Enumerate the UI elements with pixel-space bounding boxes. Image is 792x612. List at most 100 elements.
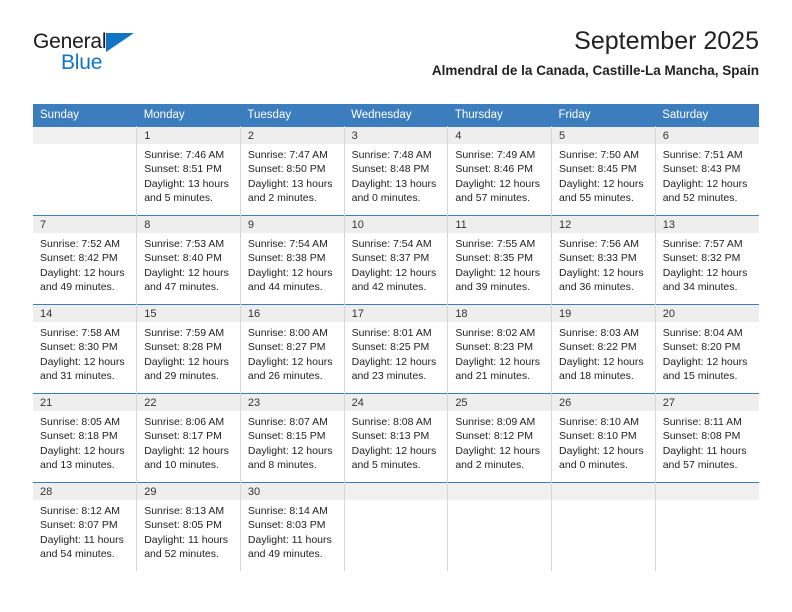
calendar-day-cell[interactable]: 1 Sunrise: 7:46 AM Sunset: 8:51 PM Daylight… <box>136 126 241 216</box>
day-details: Sunrise: 8:03 AM Sunset: 8:22 PM Daylight:… <box>552 322 655 384</box>
calendar-day-cell[interactable]: 26 Sunrise: 8:10 AM Sunset: 8:10 PM Dayligh… <box>551 393 656 483</box>
calendar-day-cell[interactable]: 13 Sunrise: 7:57 AM Sunset: 8:32 PM Dayligh… <box>655 215 759 305</box>
sunrise-text: Sunrise: 7:54 AM <box>351 238 432 250</box>
daylight-text-line2: and 13 minutes. <box>40 459 115 472</box>
day-details: Sunrise: 8:08 AM Sunset: 8:13 PM Daylight:… <box>345 411 448 473</box>
calendar-day-cell[interactable]: 9 Sunrise: 7:54 AM Sunset: 8:38 PM Daylight… <box>240 215 345 305</box>
calendar-day-cell[interactable]: 18 Sunrise: 8:02 AM Sunset: 8:23 PM Dayligh… <box>447 304 553 394</box>
daylight-text-line2: and 55 minutes. <box>559 192 634 205</box>
day-number <box>552 483 655 500</box>
daylight-text-line2: and 8 minutes. <box>247 459 317 472</box>
calendar-day-cell[interactable]: 20 Sunrise: 8:04 AM Sunset: 8:20 PM Dayligh… <box>655 304 759 394</box>
day-details: Sunrise: 8:06 AM Sunset: 8:17 PM Daylight:… <box>137 411 240 473</box>
calendar-day-cell[interactable]: 10 Sunrise: 7:54 AM Sunset: 8:37 PM Dayligh… <box>344 215 449 305</box>
calendar-day-cell[interactable]: 3 Sunrise: 7:48 AM Sunset: 8:48 PM Daylight… <box>344 126 449 216</box>
daylight-text-line1: Daylight: 12 hours <box>559 444 644 457</box>
calendar-day-cell[interactable]: 28 Sunrise: 8:12 AM Sunset: 8:07 PM Dayligh… <box>33 482 138 571</box>
daylight-text-line2: and 42 minutes. <box>351 281 427 294</box>
calendar-day-cell[interactable]: 16 Sunrise: 8:00 AM Sunset: 8:27 PM Dayligh… <box>240 304 345 394</box>
calendar-day-cell[interactable]: 24 Sunrise: 8:08 AM Sunset: 8:13 PM Dayligh… <box>344 393 449 483</box>
day-number: 12 <box>552 216 655 233</box>
calendar-day-cell[interactable]: 12 Sunrise: 7:56 AM Sunset: 8:33 PM Dayligh… <box>551 215 656 305</box>
day-number: 2 <box>240 127 344 144</box>
calendar-week-row: 21 Sunrise: 8:05 AM Sunset: 8:18 PM Dayligh… <box>33 393 759 483</box>
calendar-day-cell[interactable]: 22 Sunrise: 8:06 AM Sunset: 8:17 PM Dayligh… <box>136 393 241 483</box>
daylight-text-line1: Daylight: 12 hours <box>40 266 125 279</box>
day-number: 21 <box>33 394 137 411</box>
day-details: Sunrise: 8:10 AM Sunset: 8:10 PM Daylight:… <box>552 411 655 473</box>
daylight-text-line1: Daylight: 12 hours <box>351 355 437 368</box>
daylight-text-line1: Daylight: 12 hours <box>662 355 748 368</box>
page-subtitle: Almendral de la Canada, Castille-La Manc… <box>431 63 759 78</box>
sunset-text: Sunset: 8:08 PM <box>662 430 741 443</box>
sunrise-text: Sunrise: 7:50 AM <box>559 149 639 161</box>
day-number: 15 <box>137 305 240 322</box>
daylight-text-line1: Daylight: 11 hours <box>247 533 332 546</box>
day-number <box>344 483 448 500</box>
sunrise-text: Sunrise: 7:48 AM <box>351 149 432 161</box>
sunrise-text: Sunrise: 7:55 AM <box>455 238 536 250</box>
calendar-day-cell-empty <box>551 482 656 571</box>
calendar-day-cell[interactable]: 14 Sunrise: 7:58 AM Sunset: 8:30 PM Dayligh… <box>33 304 138 394</box>
brand-logo[interactable]: General Blue <box>33 30 253 82</box>
sunset-text: Sunset: 8:32 PM <box>662 252 741 265</box>
daylight-text-line1: Daylight: 12 hours <box>144 266 229 279</box>
sunset-text: Sunset: 8:15 PM <box>247 430 326 443</box>
day-details: Sunrise: 8:02 AM Sunset: 8:23 PM Daylight:… <box>448 322 551 384</box>
sunset-text: Sunset: 8:28 PM <box>144 341 222 354</box>
sunrise-text: Sunrise: 7:54 AM <box>247 238 328 250</box>
daylight-text-line2: and 26 minutes. <box>247 370 323 383</box>
daylight-text-line1: Daylight: 13 hours <box>144 177 229 190</box>
daylight-text-line2: and 5 minutes. <box>144 192 214 205</box>
sunset-text: Sunset: 8:17 PM <box>144 430 222 443</box>
calendar-day-cell[interactable]: 21 Sunrise: 8:05 AM Sunset: 8:18 PM Dayligh… <box>33 393 138 483</box>
sunset-text: Sunset: 8:10 PM <box>559 430 637 443</box>
calendar-day-cell[interactable]: 25 Sunrise: 8:09 AM Sunset: 8:12 PM Dayligh… <box>447 393 553 483</box>
sunrise-text: Sunrise: 8:02 AM <box>455 327 536 339</box>
sunset-text: Sunset: 8:37 PM <box>351 252 430 265</box>
daylight-text-line1: Daylight: 12 hours <box>144 355 229 368</box>
calendar-day-cell[interactable]: 30 Sunrise: 8:14 AM Sunset: 8:03 PM Dayligh… <box>240 482 345 571</box>
sunset-text: Sunset: 8:40 PM <box>144 252 222 265</box>
sunrise-text: Sunrise: 7:47 AM <box>247 149 328 161</box>
day-details: Sunrise: 7:48 AM Sunset: 8:48 PM Daylight:… <box>345 144 448 206</box>
calendar-day-cell[interactable]: 4 Sunrise: 7:49 AM Sunset: 8:46 PM Daylight… <box>447 126 553 216</box>
calendar-day-cell[interactable]: 29 Sunrise: 8:13 AM Sunset: 8:05 PM Dayligh… <box>136 482 241 571</box>
calendar-day-cell[interactable]: 2 Sunrise: 7:47 AM Sunset: 8:50 PM Daylight… <box>240 126 345 216</box>
triangle-icon <box>106 33 134 52</box>
day-details: Sunrise: 8:12 AM Sunset: 8:07 PM Daylight:… <box>33 500 136 562</box>
calendar-day-cell[interactable]: 6 Sunrise: 7:51 AM Sunset: 8:43 PM Daylight… <box>655 126 759 216</box>
daylight-text-line1: Daylight: 12 hours <box>144 444 229 457</box>
weekday-header-thursday: Thursday <box>447 104 552 127</box>
calendar-day-cell[interactable]: 11 Sunrise: 7:55 AM Sunset: 8:35 PM Dayligh… <box>447 215 553 305</box>
sunrise-text: Sunrise: 8:13 AM <box>144 505 225 517</box>
calendar-day-cell[interactable]: 5 Sunrise: 7:50 AM Sunset: 8:45 PM Daylight… <box>551 126 656 216</box>
daylight-text-line2: and 39 minutes. <box>455 281 531 294</box>
calendar-day-cell[interactable]: 15 Sunrise: 7:59 AM Sunset: 8:28 PM Dayligh… <box>136 304 241 394</box>
daylight-text-line1: Daylight: 12 hours <box>455 177 540 190</box>
daylight-text-line2: and 0 minutes. <box>351 192 421 205</box>
day-details: Sunrise: 7:54 AM Sunset: 8:38 PM Daylight:… <box>241 233 344 295</box>
calendar-day-cell[interactable]: 8 Sunrise: 7:53 AM Sunset: 8:40 PM Daylight… <box>136 215 241 305</box>
sunset-text: Sunset: 8:51 PM <box>144 163 222 176</box>
day-number: 25 <box>448 394 552 411</box>
calendar-day-cell[interactable]: 17 Sunrise: 8:01 AM Sunset: 8:25 PM Dayligh… <box>344 304 449 394</box>
day-number: 18 <box>448 305 552 322</box>
day-number: 22 <box>137 394 240 411</box>
sunset-text: Sunset: 8:03 PM <box>247 519 326 532</box>
calendar-day-cell[interactable]: 27 Sunrise: 8:11 AM Sunset: 8:08 PM Dayligh… <box>655 393 759 483</box>
daylight-text-line1: Daylight: 12 hours <box>351 266 437 279</box>
calendar-day-cell[interactable]: 23 Sunrise: 8:07 AM Sunset: 8:15 PM Dayligh… <box>240 393 345 483</box>
sunset-text: Sunset: 8:18 PM <box>40 430 118 443</box>
calendar-day-cell[interactable]: 19 Sunrise: 8:03 AM Sunset: 8:22 PM Dayligh… <box>551 304 656 394</box>
day-number: 9 <box>240 216 344 233</box>
calendar-day-cell[interactable]: 7 Sunrise: 7:52 AM Sunset: 8:42 PM Daylight… <box>33 215 138 305</box>
daylight-text-line1: Daylight: 12 hours <box>351 444 437 457</box>
sunset-text: Sunset: 8:27 PM <box>247 341 326 354</box>
daylight-text-line2: and 44 minutes. <box>247 281 323 294</box>
day-number: 16 <box>240 305 344 322</box>
daylight-text-line2: and 49 minutes. <box>247 548 323 561</box>
page-title: September 2025 <box>574 27 759 55</box>
sunset-text: Sunset: 8:38 PM <box>247 252 326 265</box>
daylight-text-line1: Daylight: 12 hours <box>455 355 540 368</box>
